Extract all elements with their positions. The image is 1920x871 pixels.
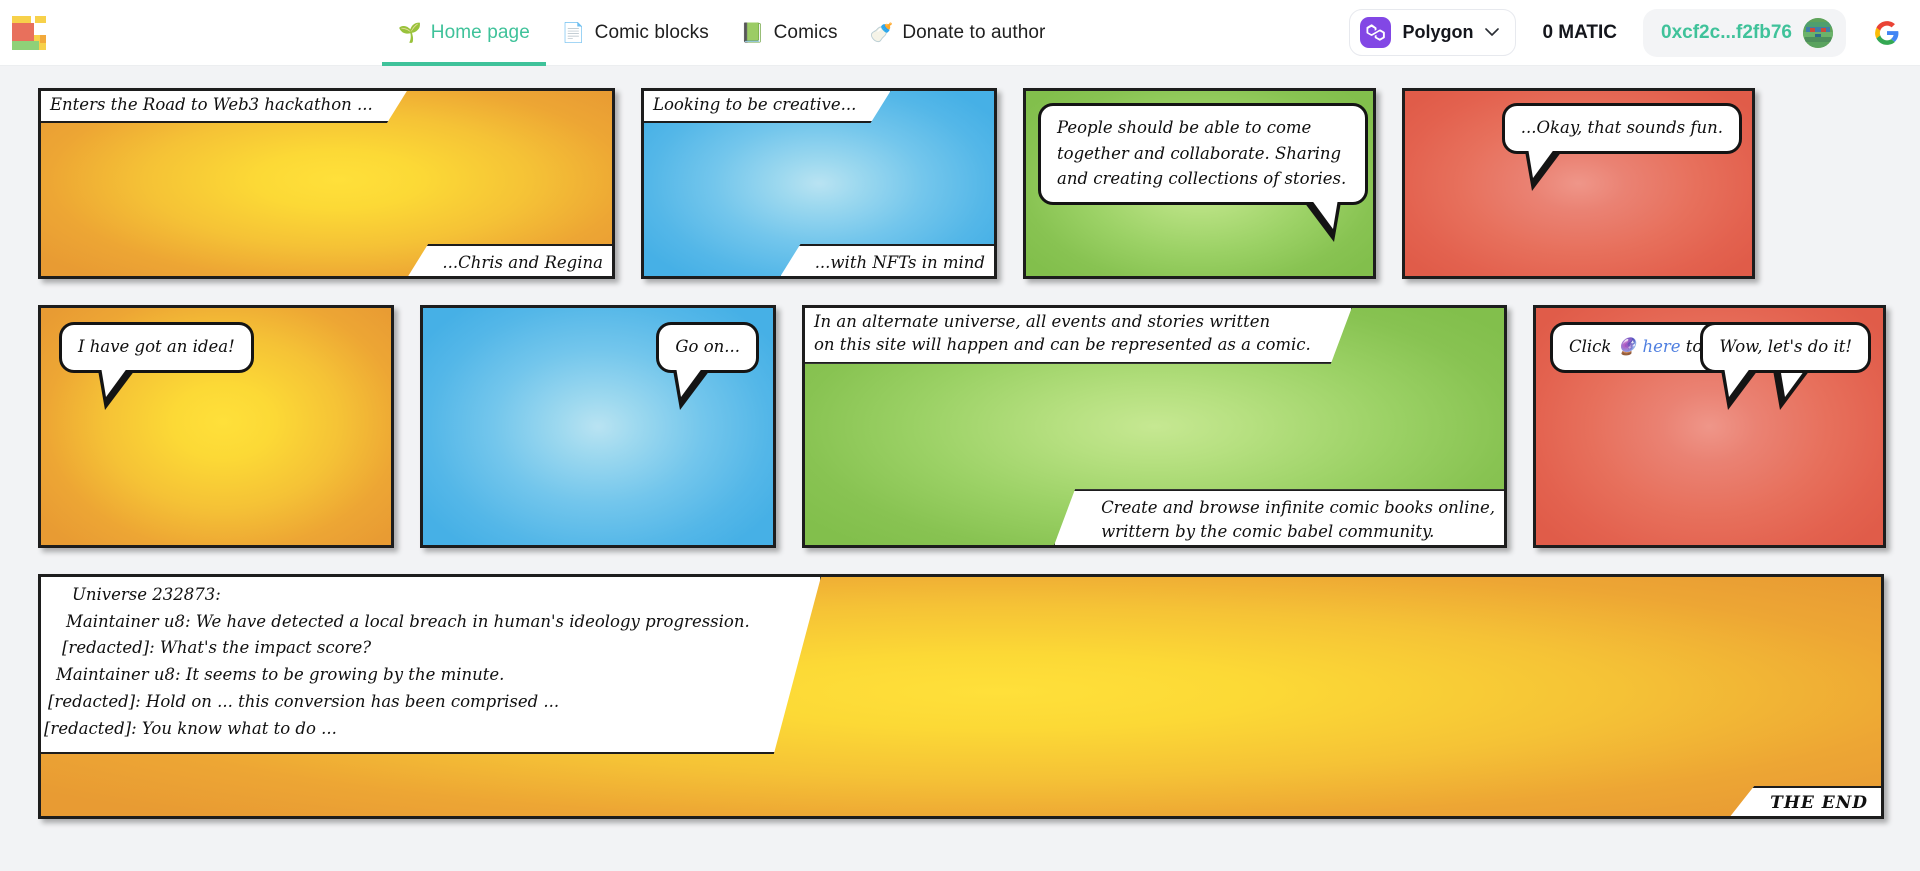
panel-9-the-end-caption: THE END [1728, 786, 1881, 816]
google-sign-in-icon[interactable] [1872, 18, 1902, 48]
panel-9-caption-line-5: [redacted]: Hold on ... this conversion … [48, 691, 560, 711]
bubble-tail-inner [1527, 147, 1555, 178]
panel-7-caption-bottom: Create and browse infinite comic books o… [1053, 489, 1504, 545]
crystal-ball-icon: 🔮 [1616, 337, 1638, 356]
green-book-icon: 📗 [740, 22, 765, 44]
bubble-tail-inner [1311, 198, 1338, 229]
app-header: 🌱 Home page 📄 Comic blocks 📗 Comics 🍼 Do… [0, 0, 1920, 66]
panel-5-bubble-text: I have got an idea! [78, 337, 235, 356]
panel-6-bubble-text: Go on... [675, 337, 740, 356]
panel-9-caption-line-1: Universe 232873: [72, 585, 221, 604]
panel-8-bubble-b-text: Wow, let's do it! [1719, 337, 1852, 356]
panel-1-caption-bottom: ...Chris and Regina [406, 243, 612, 276]
comic-panel-1[interactable]: Enters the Road to Web3 hackathon ... ..… [38, 88, 615, 279]
avatar [1803, 17, 1833, 48]
panel-1-caption-top: Enters the Road to Web3 hackathon ... [38, 88, 409, 123]
comic-panel-8[interactable]: Click 🔮 here to make history Wow, let's … [1533, 305, 1886, 548]
comic-panel-3[interactable]: People should be able to come together a… [1023, 88, 1376, 279]
panel-8-speech-bubble-b: Wow, let's do it! [1700, 322, 1871, 410]
nav-label-donate-to-author: Donate to author [902, 22, 1046, 43]
panel-2-caption-bottom: ...with NFTs in mind [778, 243, 994, 276]
panel-7-caption-bottom-line-2: writtern by the comic babel community. [1101, 521, 1435, 541]
comic-strip: Enters the Road to Web3 hackathon ... ..… [0, 66, 1920, 819]
comic-babel-logo-icon[interactable] [12, 15, 46, 50]
wallet-address-pill[interactable]: 0xcf2c...f2fb76 [1643, 8, 1846, 57]
chevron-down-icon [1485, 28, 1500, 37]
panel-4-bubble-text: ...Okay, that sounds fun. [1520, 118, 1723, 137]
panel-9-caption-line-6: [redacted]: You know what to do ... [44, 718, 337, 738]
nav-label-comics: Comics [773, 22, 838, 43]
seedling-icon: 🌱 [398, 22, 422, 44]
comic-panel-6[interactable]: Go on... [420, 305, 776, 548]
bubble-tail-inner [101, 366, 128, 397]
panel-8-bubble-a-prefix: Click [1569, 337, 1617, 356]
panel-2-caption-top: Looking to be creative... [641, 88, 892, 123]
main-navigation: 🌱 Home page 📄 Comic blocks 📗 Comics 🍼 Do… [382, 0, 1061, 66]
panel-4-speech-bubble: ...Okay, that sounds fun. [1501, 103, 1742, 191]
panel-7-caption-bottom-line-1: Create and browse infinite comic books o… [1101, 498, 1495, 518]
comic-row-1: Enters the Road to Web3 hackathon ... ..… [38, 88, 1890, 279]
comic-panel-2[interactable]: Looking to be creative... ...with NFTs i… [641, 88, 997, 279]
nav-label-home-page: Home page [430, 22, 530, 43]
panel-7-caption-top: In an alternate universe, all events and… [802, 305, 1353, 364]
panel-9-caption-line-2: Maintainer u8: We have detected a local … [66, 611, 750, 631]
polygon-icon [1360, 17, 1392, 48]
nav-item-comic-blocks[interactable]: 📄 Comic blocks [546, 0, 725, 66]
comic-panel-7[interactable]: In an alternate universe, all events and… [802, 305, 1507, 548]
comic-panel-4[interactable]: ...Okay, that sounds fun. [1402, 88, 1755, 279]
wallet-address-label: 0xcf2c...f2fb76 [1661, 21, 1792, 43]
panel-7-caption-top-line-1: In an alternate universe, all events and… [814, 312, 1271, 331]
nav-item-comics[interactable]: 📗 Comics [725, 0, 854, 66]
chain-selector-dropdown[interactable]: Polygon [1349, 9, 1517, 56]
bubble-tail-inner [676, 366, 704, 397]
nav-item-home-page[interactable]: 🌱 Home page [382, 0, 546, 66]
panel-9-caption: Universe 232873: Maintainer u8: We have … [38, 574, 822, 754]
chain-name-label: Polygon [1402, 22, 1474, 42]
comic-panel-9[interactable]: Universe 232873: Maintainer u8: We have … [38, 574, 1884, 819]
wallet-balance: 0 MATIC [1542, 21, 1618, 43]
comic-row-2: I have got an idea! Go on... In an alter… [38, 305, 1890, 548]
panel-3-speech-bubble: People should be able to come together a… [1038, 103, 1368, 242]
bubble-tail-inner [1724, 366, 1752, 397]
nav-item-donate-to-author[interactable]: 🍼 Donate to author [854, 0, 1062, 66]
comic-panel-5[interactable]: I have got an idea! [38, 305, 394, 548]
panel-9-caption-line-3: [redacted]: What's the impact score? [62, 638, 372, 658]
panel-5-speech-bubble: I have got an idea! [59, 322, 254, 410]
baby-bottle-icon: 🍼 [869, 22, 894, 44]
wallet-zone: Polygon 0 MATIC 0xcf2c...f2fb76 [1349, 8, 1920, 57]
panel-7-caption-top-line-2: on this site will happen and can be repr… [814, 335, 1311, 355]
here-link[interactable]: here [1637, 337, 1680, 356]
panel-6-speech-bubble: Go on... [656, 322, 759, 410]
panel-3-bubble-text: People should be able to come together a… [1057, 118, 1347, 189]
panel-9-caption-line-4: Maintainer u8: It seems to be growing by… [56, 665, 505, 685]
nav-label-comic-blocks: Comic blocks [594, 22, 709, 43]
page-icon: 📄 [561, 22, 586, 44]
